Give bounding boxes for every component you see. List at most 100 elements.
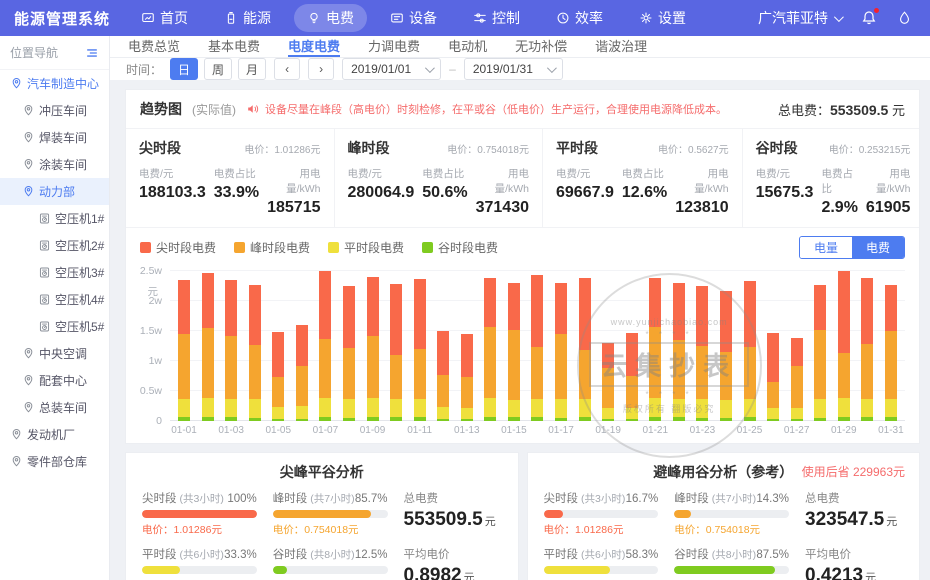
tab-电动机[interactable]: 电动机 xyxy=(448,36,487,57)
period-progress-峰时段: 峰时段(共7小时)85.7%电价：0.754018元 xyxy=(273,490,388,537)
nav-item-电费[interactable]: 电费 xyxy=(294,4,367,32)
period-usage-col: 用电量/kWh61905 xyxy=(866,166,911,217)
location-pin-icon xyxy=(10,455,23,468)
period-card-峰时段: 峰时段电价：0.754018元电费/元280064.9电费占比50.6%用电量/… xyxy=(335,129,544,227)
nav-item-label: 设置 xyxy=(658,8,686,28)
bar-segment xyxy=(437,375,449,407)
sidebar-item-零件部仓库[interactable]: 零件部仓库 xyxy=(0,448,109,475)
sidebar-item-冲压车间[interactable]: 冲压车间 xyxy=(0,97,109,124)
bar-01-29 xyxy=(838,271,850,421)
legend-item-峰时段电费[interactable]: 峰时段电费 xyxy=(234,239,310,256)
sidebar-title: 位置导航 xyxy=(10,44,58,61)
progress-period-name: 峰时段 xyxy=(273,493,308,505)
sidebar-item-汽车制造中心[interactable]: 汽车制造中心 xyxy=(0,70,109,97)
nav-item-能源[interactable]: 能源 xyxy=(211,4,284,32)
progress-track xyxy=(544,510,659,518)
bar-01-24 xyxy=(720,291,732,421)
progress-label: 峰时段(共7小时) xyxy=(273,490,355,506)
toggle-option-电量[interactable]: 电量 xyxy=(800,237,852,258)
period-price: 电价：0.5627元 xyxy=(658,141,729,156)
sidebar-item-发动机厂[interactable]: 发动机厂 xyxy=(0,421,109,448)
sidebar-item-配套中心[interactable]: 配套中心 xyxy=(0,367,109,394)
sidebar-item-总装车间[interactable]: 总装车间 xyxy=(0,394,109,421)
legend-item-平时段电费[interactable]: 平时段电费 xyxy=(328,239,404,256)
sidebar-item-中央空调[interactable]: 中央空调 xyxy=(0,340,109,367)
x-tick: 01-15 xyxy=(508,425,520,437)
nav-item-首页[interactable]: 首页 xyxy=(128,4,201,32)
notification-dot xyxy=(874,8,879,13)
bar-segment xyxy=(767,408,779,419)
bar-segment xyxy=(296,406,308,419)
total-fee-stat: 总电费553509.5元 xyxy=(404,490,502,537)
company-switcher[interactable]: 广汽菲亚特 xyxy=(758,8,841,28)
period-card-header: 尖时段电价：1.01286元 xyxy=(139,138,321,158)
sidebar-item-空压机1#[interactable]: 空压机1# xyxy=(0,205,109,232)
sidebar-item-涂装车间[interactable]: 涂装车间 xyxy=(0,151,109,178)
x-tick: 01-31 xyxy=(885,425,897,437)
progress-period-name: 尖时段 xyxy=(142,493,177,505)
sidebar-item-动力部[interactable]: 动力部 xyxy=(0,178,109,205)
nav-item-设备[interactable]: 设备 xyxy=(377,4,450,32)
chart-plot-area xyxy=(170,271,905,421)
nav-item-label: 设备 xyxy=(409,8,437,28)
progress-label: 平时段(共6小时) xyxy=(142,546,224,562)
bar-segment xyxy=(814,418,826,421)
bar-segment xyxy=(673,340,685,399)
period-ratio-col: 电费占比33.9% xyxy=(214,166,259,217)
nav-item-控制[interactable]: 控制 xyxy=(460,4,533,32)
prev-period-button[interactable]: ‹ xyxy=(274,58,300,80)
nav-item-label: 电费 xyxy=(326,8,354,28)
water-drop-icon[interactable] xyxy=(897,10,912,26)
bar-segment xyxy=(249,418,261,421)
progress-period-name: 平时段 xyxy=(544,549,579,561)
meter-icon xyxy=(38,293,51,306)
tab-基本电费[interactable]: 基本电费 xyxy=(208,36,260,57)
start-date-select[interactable]: 2019/01/01 xyxy=(342,58,441,80)
sidebar-item-空压机3#[interactable]: 空压机3# xyxy=(0,259,109,286)
toggle-option-电费[interactable]: 电费 xyxy=(852,237,904,258)
x-tick: 01-17 xyxy=(555,425,567,437)
sidebar-item-label: 焊装车间 xyxy=(39,129,87,146)
bar-segment xyxy=(791,338,803,366)
x-tick xyxy=(390,425,402,437)
period-fee-label: 电费/元 xyxy=(756,166,814,181)
tab-力调电费[interactable]: 力调电费 xyxy=(368,36,420,57)
sidebar-item-空压机5#[interactable]: 空压机5# xyxy=(0,313,109,340)
bar-01-02 xyxy=(202,273,214,421)
nav-item-设置[interactable]: 设置 xyxy=(626,4,699,32)
sidebar-item-空压机2#[interactable]: 空压机2# xyxy=(0,232,109,259)
legend-item-谷时段电费[interactable]: 谷时段电费 xyxy=(422,239,498,256)
device-icon xyxy=(390,11,404,25)
tab-电度电费[interactable]: 电度电费 xyxy=(288,36,340,57)
stat-value: 323547.5元 xyxy=(805,509,903,531)
y-tick-label: 0.5w xyxy=(140,385,162,397)
mode-button-月[interactable]: 月 xyxy=(238,58,266,80)
tab-无功补偿[interactable]: 无功补偿 xyxy=(515,36,567,57)
sidebar-item-焊装车间[interactable]: 焊装车间 xyxy=(0,124,109,151)
tab-谐波治理[interactable]: 谐波治理 xyxy=(595,36,647,57)
bar-segment xyxy=(767,333,779,382)
bar-01-23 xyxy=(696,286,708,421)
end-date-select[interactable]: 2019/01/31 xyxy=(464,58,563,80)
fee-tabs: 电费总览 基本电费 电度电费 力调电费 电动机 无功补偿 谐波治理 xyxy=(110,36,930,58)
x-tick xyxy=(249,425,261,437)
legend-item-尖时段电费[interactable]: 尖时段电费 xyxy=(140,239,216,256)
notifications-button[interactable] xyxy=(861,10,877,26)
mode-button-周[interactable]: 周 xyxy=(204,58,232,80)
sidebar-item-空压机4#[interactable]: 空压机4# xyxy=(0,286,109,313)
bar-segment xyxy=(225,336,237,400)
mode-button-日[interactable]: 日 xyxy=(170,58,198,80)
location-sidebar: 位置导航 汽车制造中心冲压车间焊装车间涂装车间动力部空压机1#空压机2#空压机3… xyxy=(0,36,110,580)
start-date-value: 2019/01/01 xyxy=(351,62,411,76)
next-period-button[interactable]: › xyxy=(308,58,334,80)
bar-segment xyxy=(649,327,661,398)
period-usage-col: 用电量/kWh185715 xyxy=(267,166,320,217)
sidebar-collapse-icon[interactable] xyxy=(85,46,99,60)
progress-label: 尖时段(共3小时) xyxy=(544,490,626,506)
nav-item-效率[interactable]: 效率 xyxy=(543,4,616,32)
period-name: 谷时段 xyxy=(756,138,798,158)
bar-segment xyxy=(555,418,567,421)
legend-swatch xyxy=(140,242,151,253)
tab-电费总览[interactable]: 电费总览 xyxy=(128,36,180,57)
period-progress-峰时段: 峰时段(共7小时)14.3%电价：0.754018元 xyxy=(674,490,789,537)
